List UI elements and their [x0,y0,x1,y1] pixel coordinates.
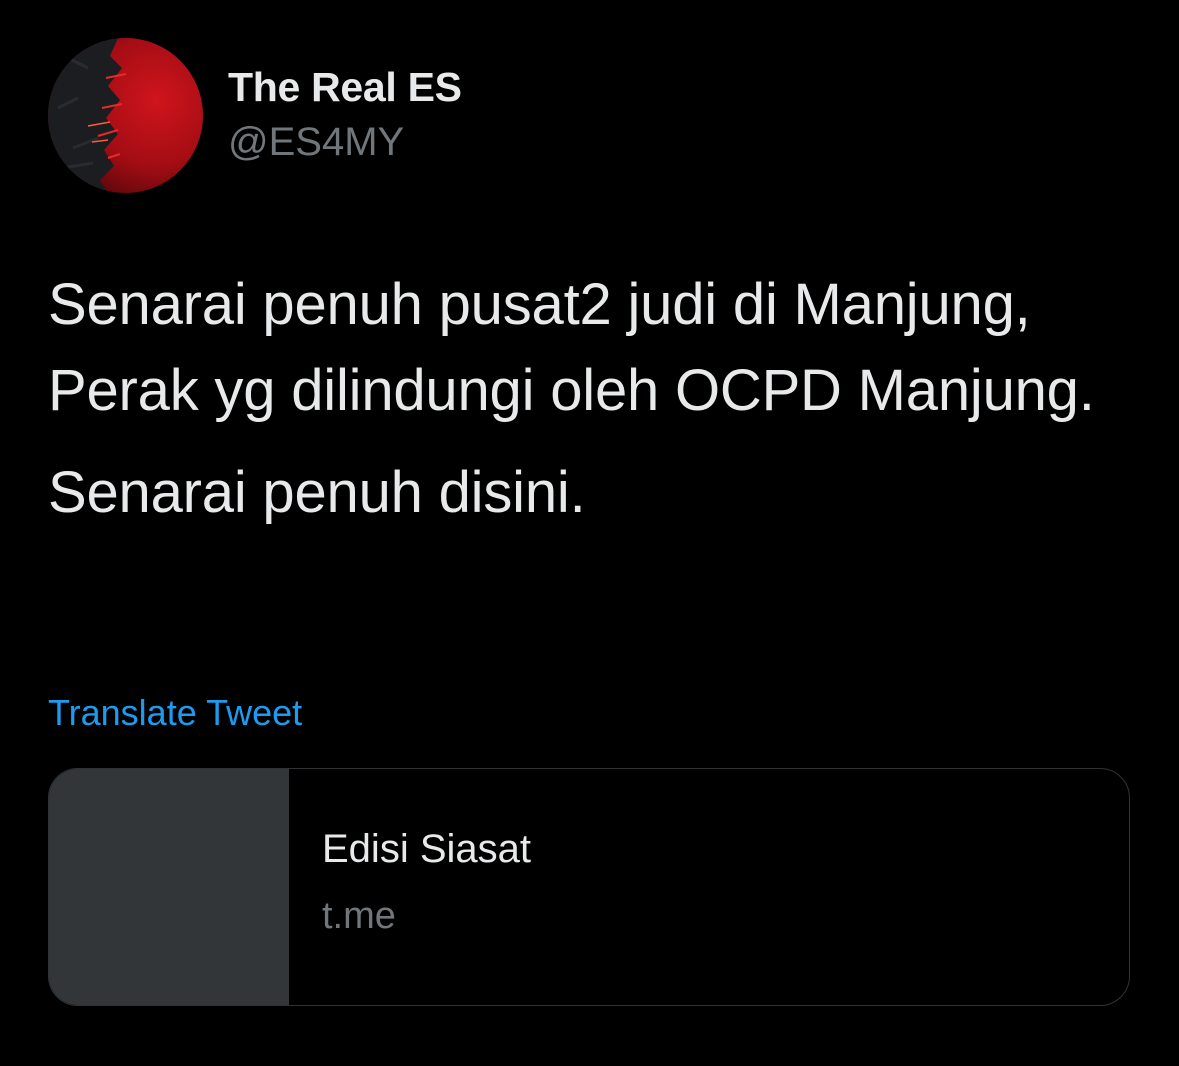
translate-tweet-link[interactable]: Translate Tweet [48,692,302,734]
tweet-container: The Real ES @ES4MY Senarai penuh pusat2 … [0,0,1179,1066]
link-card-domain: t.me [322,895,396,937]
link-preview-card[interactable]: Edisi Siasat t.me [48,768,1130,1006]
link-card-thumbnail [49,769,289,1005]
avatar[interactable] [48,38,203,193]
user-handle[interactable]: @ES4MY [228,120,404,165]
tweet-text-paragraph: Senarai penuh disini. [48,460,586,525]
avatar-image-icon [48,38,203,193]
link-card-title: Edisi Siasat [322,827,531,871]
display-name[interactable]: The Real ES [228,64,462,111]
tweet-text: Senarai penuh pusat2 judi di Manjung, Pe… [48,262,1148,536]
tweet-text-paragraph: Senarai penuh pusat2 judi di Manjung, Pe… [48,272,1095,423]
